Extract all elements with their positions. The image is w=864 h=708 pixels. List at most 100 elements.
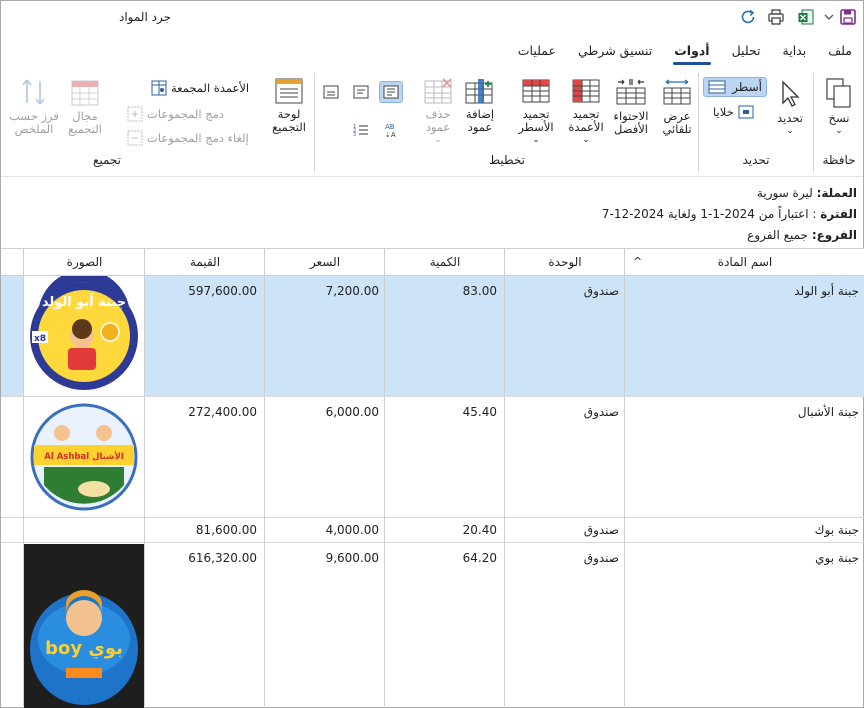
value-cell: 272,400.00 bbox=[188, 405, 257, 419]
freeze-columns-dropdown-icon: ⌄ bbox=[582, 135, 590, 145]
delete-column-icon bbox=[424, 78, 452, 104]
tab-analysis[interactable]: تحليل bbox=[721, 41, 772, 63]
grouping-group-label: تجميع bbox=[92, 153, 122, 167]
sort-summary-icon bbox=[22, 79, 45, 105]
delete-column-button[interactable]: حذف عمود ⌄ bbox=[417, 77, 459, 147]
column-divider bbox=[23, 248, 24, 708]
best-fit-button[interactable]: الاحتواء الأفضل bbox=[607, 77, 655, 136]
header-item-name[interactable]: اسم المادة ^ bbox=[625, 249, 864, 275]
product-image-abu-alwalad: جبنة أبو الولد x8 bbox=[24, 270, 144, 396]
svg-text:3: 3 bbox=[353, 132, 356, 137]
grouping-panel-icon bbox=[275, 78, 303, 104]
align-right-icon bbox=[383, 85, 399, 99]
grouping-panel-button[interactable]: لوحة التجميع bbox=[267, 77, 311, 134]
select-button[interactable]: تحديد ⌄ bbox=[771, 79, 809, 138]
cells-mode-toggle[interactable]: خلايا bbox=[713, 103, 754, 121]
sort-az-icon: AB ⇣A bbox=[385, 123, 396, 138]
ribbon-bottom-divider bbox=[1, 176, 863, 177]
print-icon[interactable] bbox=[767, 8, 785, 26]
ribbon-tabs: ملف بداية تحليل أدوات تنسيق شرطي عمليات bbox=[507, 41, 863, 65]
delete-column-dropdown-icon: ⌄ bbox=[434, 135, 442, 145]
freeze-columns-label: تجميد الأعمدة bbox=[568, 107, 604, 134]
window-frame: جرد المواد ملف بداية تحليل أدوات تنسيق ش… bbox=[0, 0, 864, 708]
rows-label: أسطر bbox=[732, 80, 762, 94]
image-brand-text: Al Ashbal الأشبال bbox=[44, 451, 124, 462]
delete-column-label: حذف عمود bbox=[425, 107, 451, 134]
auto-view-button[interactable]: عرض تلقائي bbox=[655, 77, 699, 136]
grouping-panel-label: لوحة التجميع bbox=[272, 107, 306, 134]
header-unit[interactable]: الوحدة bbox=[505, 249, 625, 275]
align-right-button[interactable] bbox=[379, 81, 403, 103]
freeze-rows-icon bbox=[522, 79, 550, 103]
value-cell: 597,600.00 bbox=[188, 284, 257, 298]
group-range-button[interactable]: مجال التجميع bbox=[63, 77, 107, 136]
unit-cell: صندوق bbox=[583, 523, 619, 537]
copy-label: نسخ bbox=[828, 111, 850, 125]
align-center-icon bbox=[353, 85, 369, 99]
table-row[interactable]: جبنة أبو الولد صندوق 83.00 7,200.00 597,… bbox=[1, 270, 864, 397]
rows-icon bbox=[708, 80, 726, 94]
currency-line: العملة: ليرة سورية bbox=[757, 186, 857, 200]
numbered-list-button[interactable]: 1 2 3 bbox=[349, 119, 373, 141]
save-icon[interactable] bbox=[839, 8, 857, 26]
header-image[interactable]: الصورة bbox=[24, 249, 145, 275]
title-bar: جرد المواد bbox=[1, 1, 864, 35]
branches-label: الفروع: bbox=[811, 228, 857, 242]
period-label: الفترة bbox=[820, 207, 857, 221]
tab-file[interactable]: ملف bbox=[817, 41, 863, 63]
refresh-icon[interactable] bbox=[739, 8, 757, 26]
numbered-list-icon: 1 2 3 bbox=[353, 124, 368, 137]
item-name-cell: جبنة أبو الولد bbox=[794, 284, 859, 298]
header-item-name-label: اسم المادة bbox=[717, 255, 773, 269]
group-range-label: مجال التجميع bbox=[68, 109, 102, 136]
merge-groups-label: دمج المجموعات bbox=[147, 107, 224, 121]
unit-cell: صندوق bbox=[583, 551, 619, 565]
select-dropdown-icon: ⌄ bbox=[786, 126, 794, 136]
add-column-button[interactable]: إضافة عمود bbox=[459, 77, 501, 134]
tab-home[interactable]: بداية bbox=[772, 41, 818, 63]
sort-az-button[interactable]: AB ⇣A bbox=[379, 119, 403, 141]
header-quantity[interactable]: الكمية bbox=[385, 249, 505, 275]
cells-icon bbox=[738, 105, 754, 119]
header-price[interactable]: السعر bbox=[265, 249, 385, 275]
unit-cell: صندوق bbox=[583, 284, 619, 298]
product-image-boy: boy بوي bbox=[24, 544, 144, 708]
grouped-columns-button[interactable]: الأعمدة المجمعة bbox=[151, 79, 249, 97]
best-fit-icon bbox=[616, 79, 646, 105]
freeze-rows-label: تجميد الأسطر bbox=[518, 107, 554, 134]
copy-button[interactable]: نسخ ⌄ bbox=[817, 77, 861, 138]
freeze-rows-button[interactable]: تجميد الأسطر ⌄ bbox=[511, 77, 561, 147]
merge-groups-button[interactable]: دمج المجموعات bbox=[127, 105, 224, 123]
chevron-down-icon[interactable] bbox=[823, 8, 835, 26]
calendar-icon bbox=[71, 80, 99, 106]
price-cell: 7,200.00 bbox=[325, 284, 379, 298]
table-row[interactable]: جبنة الأشبال صندوق 45.40 6,000.00 272,40… bbox=[1, 397, 864, 518]
align-left-button[interactable] bbox=[319, 81, 343, 103]
price-cell: 4,000.00 bbox=[325, 523, 379, 537]
clipboard-group-label: حافظة bbox=[822, 153, 856, 167]
unmerge-groups-button[interactable]: إلغاء دمج المجموعات bbox=[127, 129, 249, 147]
sort-asc-icon: ^ bbox=[633, 255, 643, 268]
tab-operations[interactable]: عمليات bbox=[507, 41, 567, 63]
branches-line: الفروع: جميع الفروع bbox=[747, 228, 857, 242]
rows-mode-toggle[interactable]: أسطر bbox=[703, 77, 767, 97]
quantity-cell: 64.20 bbox=[462, 551, 497, 565]
excel-export-icon[interactable] bbox=[797, 8, 815, 26]
table-row[interactable]: جبنة بوك صندوق 20.40 4,000.00 81,600.00 bbox=[1, 518, 864, 543]
period-line: الفترة : اعتباراً من 2024-1-1 ولغاية 202… bbox=[602, 207, 857, 221]
align-center-button[interactable] bbox=[349, 81, 373, 103]
image-brand-text: boy بوي bbox=[45, 638, 123, 659]
sort-by-summary-button[interactable]: فرز حسب الملخص bbox=[9, 77, 59, 136]
price-cell: 6,000.00 bbox=[325, 405, 379, 419]
header-value[interactable]: القيمة bbox=[145, 249, 265, 275]
quantity-cell: 83.00 bbox=[462, 284, 497, 298]
product-image-al-ashbal: Al Ashbal الأشبال bbox=[24, 397, 144, 517]
currency-label: العملة: bbox=[816, 186, 857, 200]
unmerge-groups-icon bbox=[127, 130, 143, 146]
tab-tools[interactable]: أدوات bbox=[663, 41, 720, 65]
freeze-columns-button[interactable]: تجميد الأعمدة ⌄ bbox=[563, 77, 609, 147]
selection-group-label: تحديد bbox=[742, 153, 770, 167]
table-row[interactable]: جبنة بوي صندوق 64.20 9,600.00 616,320.00… bbox=[1, 543, 864, 708]
group-divider bbox=[314, 73, 315, 173]
tab-conditional-format[interactable]: تنسيق شرطي bbox=[567, 41, 663, 63]
